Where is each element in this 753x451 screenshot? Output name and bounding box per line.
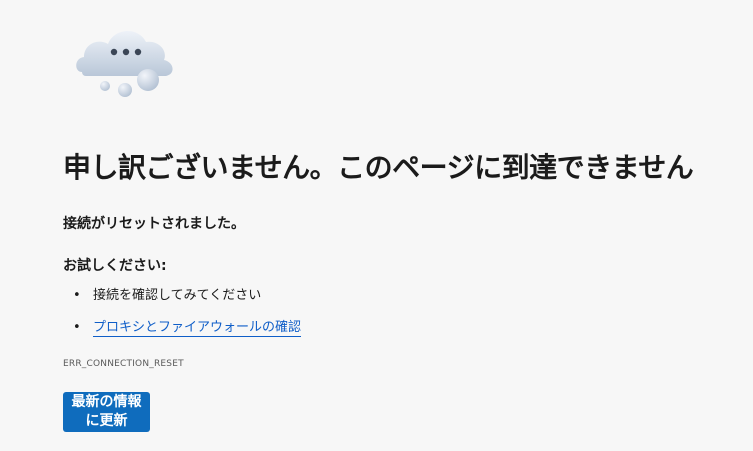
error-subtitle: 接続がリセットされました。 (63, 216, 245, 232)
error-page: 申し訳ございません。このページに到達できません 接続がリセットされました。 お試… (0, 0, 753, 451)
error-code: ERR_CONNECTION_RESET (63, 359, 184, 369)
suggestion-item-proxy-firewall: • プロキシとファイアウォールの確認 (63, 318, 302, 338)
error-title: 申し訳ございません。このページに到達できません (63, 151, 694, 184)
refresh-button[interactable]: 最新の情報に更新 (63, 392, 150, 432)
suggestion-item-check-connection: • 接続を確認してみてください (63, 286, 301, 306)
try-heading: お試しください: (63, 258, 167, 274)
cloud-ellipsis-icon (76, 30, 173, 97)
suggestion-list: • 接続を確認してみてください • プロキシとファイアウォールの確認 (63, 286, 302, 350)
bullet: • (73, 288, 81, 303)
bullet: • (73, 320, 81, 335)
proxy-firewall-link[interactable]: プロキシとファイアウォールの確認 (93, 320, 302, 337)
suggestion-text: 接続を確認してみてください (93, 288, 262, 303)
